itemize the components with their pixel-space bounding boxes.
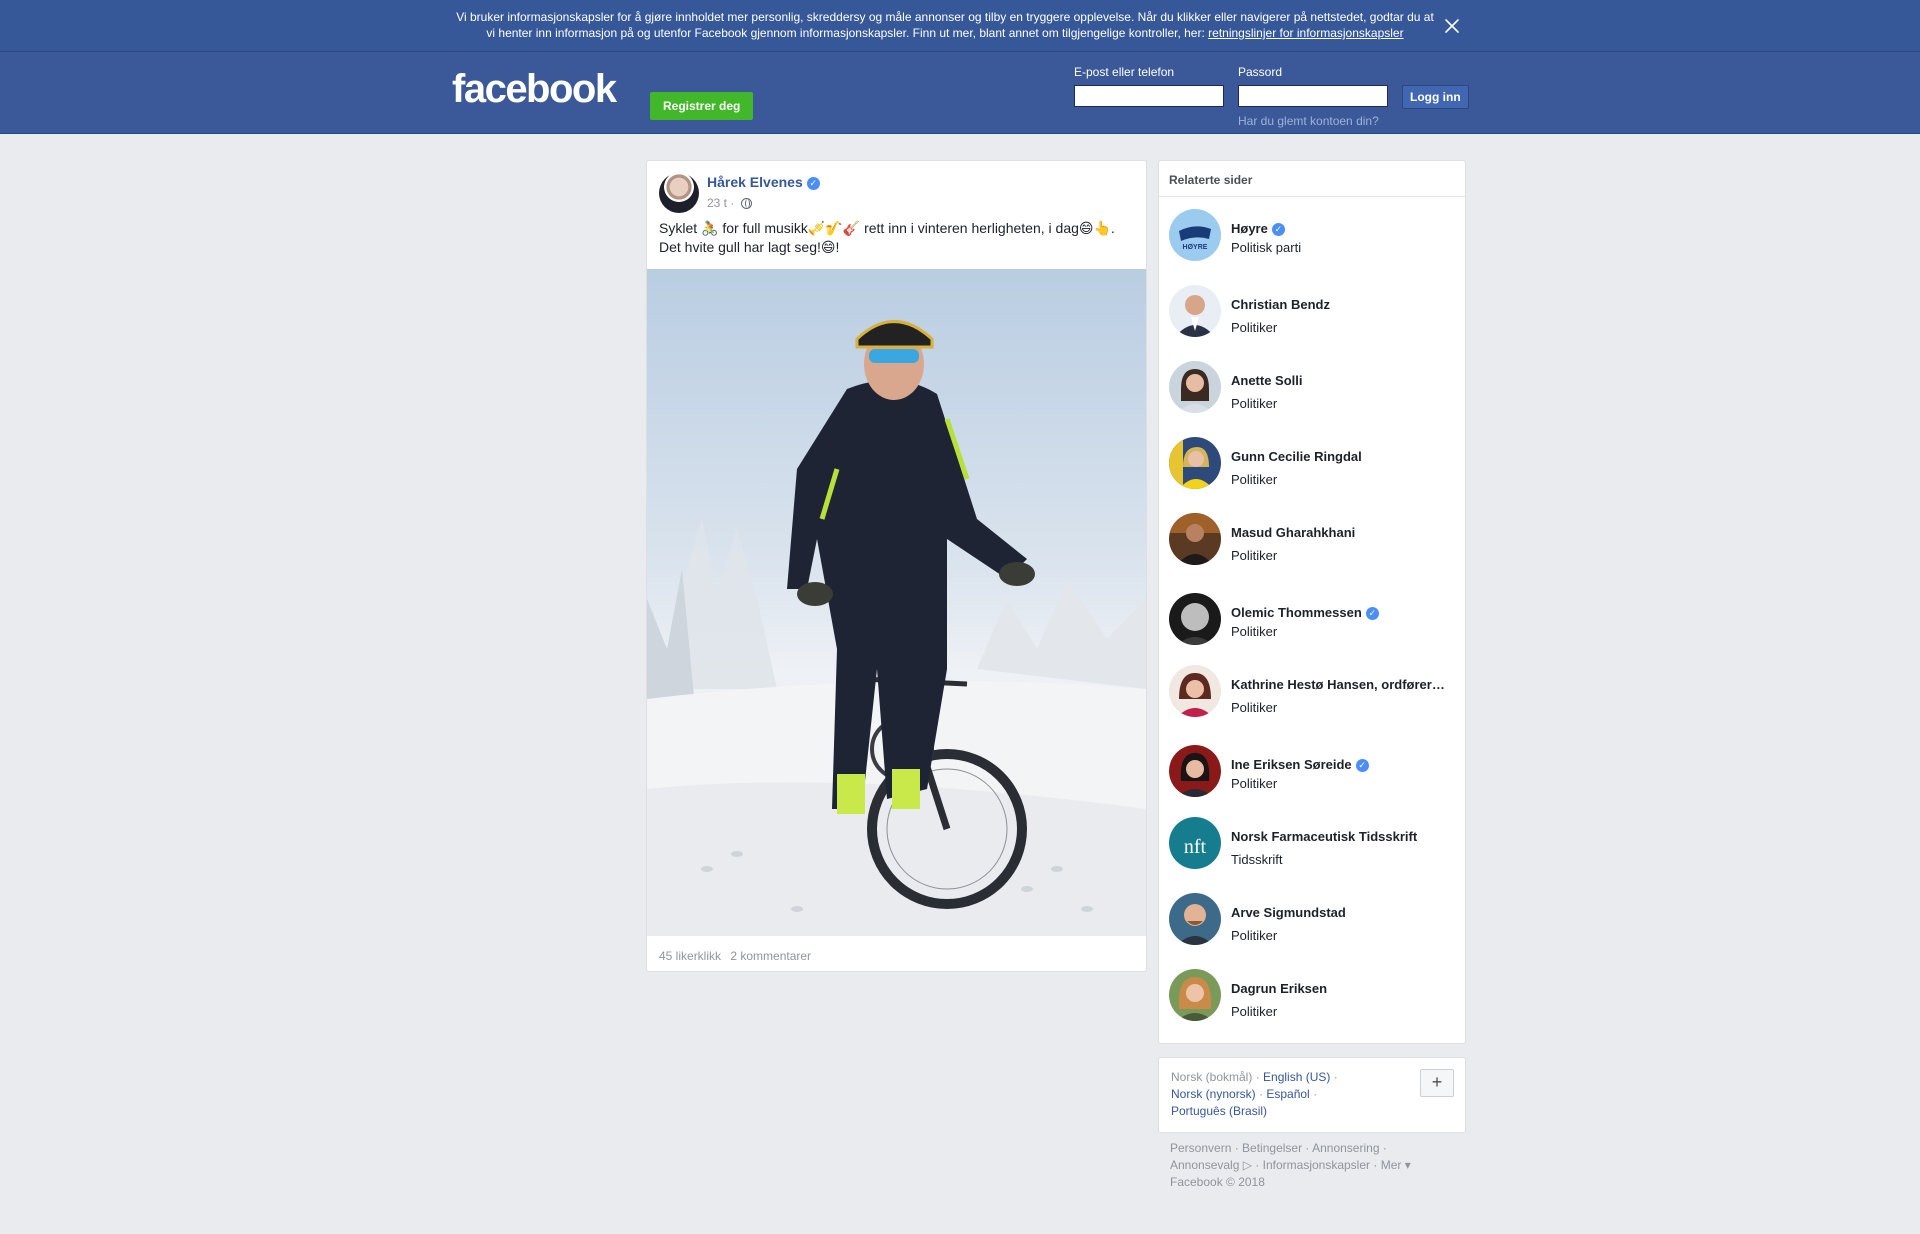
related-page-item[interactable]: Anette Solli Politiker (1169, 361, 1459, 417)
footer-links: Personvern · Betingelser · Annonsering ·… (1170, 1141, 1411, 1189)
page-avatar[interactable] (1169, 285, 1221, 337)
comments-count[interactable]: 2 kommentarer (730, 949, 811, 963)
page-avatar[interactable] (1169, 969, 1221, 1021)
adchoices-icon: ▷ (1242, 1158, 1252, 1172)
page-type: Politiker (1231, 320, 1278, 335)
page-type: Politiker (1231, 700, 1278, 715)
page-type: Politiker (1231, 396, 1278, 411)
footer-link[interactable]: Personvern (1170, 1141, 1231, 1155)
language-card: Norsk (bokmål) · English (US) · Norsk (n… (1158, 1057, 1466, 1133)
top-bar: facebook Registrer deg E-post eller tele… (0, 52, 1920, 134)
page-avatar[interactable] (1169, 893, 1221, 945)
verified-icon: ✓ (1271, 223, 1285, 237)
related-pages-card: Relaterte sider HØYRE Høyre ✓ Politisk pa… (1158, 160, 1466, 1044)
page-type: Politiker (1231, 1004, 1278, 1019)
page-name[interactable]: Ine Eriksen Søreide ✓ (1231, 757, 1459, 773)
facebook-logo[interactable]: facebook (452, 67, 617, 112)
page-avatar[interactable] (1169, 437, 1221, 489)
footer-link[interactable]: Annonsering (1312, 1141, 1379, 1155)
page-name[interactable]: Norsk Farmaceutisk Tidsskrift (1231, 829, 1459, 844)
email-field[interactable] (1074, 85, 1224, 107)
page-name[interactable]: Olemic Thommessen ✓ (1231, 605, 1459, 621)
password-label: Passord (1238, 65, 1283, 79)
page-type: Tidsskrift (1231, 852, 1283, 867)
page-type: Politisk parti (1231, 240, 1302, 255)
close-icon[interactable] (1440, 14, 1464, 38)
globe-icon (740, 198, 752, 210)
language-link[interactable]: English (US) (1263, 1070, 1330, 1084)
language-list: Norsk (bokmål) · English (US) · Norsk (n… (1171, 1070, 1338, 1118)
page-name[interactable]: Dagrun Eriksen (1231, 981, 1459, 996)
copyright: Facebook © 2018 (1170, 1175, 1265, 1189)
page-name[interactable]: Anette Solli (1231, 373, 1459, 388)
language-link[interactable]: Norsk (nynorsk) (1171, 1087, 1256, 1101)
cookie-banner: Vi bruker informasjonskapsler for å gjør… (0, 0, 1920, 52)
page-avatar[interactable] (1169, 513, 1221, 565)
post-author[interactable]: Hårek Elvenes ✓ (707, 174, 820, 190)
related-page-item[interactable]: Dagrun Eriksen Politiker (1169, 969, 1459, 1025)
language-current: Norsk (bokmål) (1171, 1070, 1253, 1084)
cookie-policy-link[interactable]: retningslinjer for informasjonskapsler (1208, 26, 1403, 40)
related-page-item[interactable]: Arve Sigmundstad Politiker (1169, 893, 1459, 949)
page-type: Politiker (1231, 472, 1278, 487)
chevron-down-icon: ▾ (1404, 1158, 1411, 1172)
page-name[interactable]: Arve Sigmundstad (1231, 905, 1459, 920)
page-name[interactable]: Høyre ✓ (1231, 221, 1459, 237)
more-languages-button[interactable]: + (1420, 1069, 1454, 1097)
verified-icon: ✓ (1355, 759, 1369, 773)
page-name[interactable]: Kathrine Hestø Hansen, ordfører… (1231, 677, 1459, 692)
related-page-item[interactable]: Masud Gharahkhani Politiker (1169, 513, 1459, 569)
svg-text:HØYRE: HØYRE (1183, 244, 1208, 251)
page-type: Politiker (1231, 776, 1278, 791)
verified-icon: ✓ (1365, 607, 1379, 621)
page-name[interactable]: Christian Bendz (1231, 297, 1459, 312)
post-text-line: Det hvite gull har lagt seg!😄! (659, 239, 840, 255)
post-card: Hårek Elvenes ✓ 23 t · Syklet 🚴 for full … (646, 160, 1147, 972)
related-page-item[interactable]: Kathrine Hestø Hansen, ordfører… Politik… (1169, 665, 1459, 721)
likes-count[interactable]: 45 likerklikk (659, 949, 721, 963)
page-avatar[interactable] (1169, 665, 1221, 717)
post-text: Syklet 🚴 for full musikk🎺🎷🎸 rett inn i v… (659, 219, 1129, 257)
post-footer: 45 likerklikk 2 kommentarer (659, 949, 817, 963)
author-avatar[interactable] (659, 173, 699, 213)
login-button[interactable]: Logg inn (1402, 85, 1469, 109)
footer-link[interactable]: Betingelser (1242, 1141, 1302, 1155)
page-type: Politiker (1231, 624, 1278, 639)
verified-icon: ✓ (806, 176, 820, 190)
email-label: E-post eller telefon (1074, 65, 1175, 79)
page-avatar[interactable] (1169, 593, 1221, 645)
page-name[interactable]: Masud Gharahkhani (1231, 525, 1459, 540)
post-time[interactable]: 23 t (707, 196, 727, 210)
forgot-account-link[interactable]: Har du glemt kontoen din? (1238, 114, 1379, 128)
page-type: Politiker (1231, 548, 1278, 563)
post-author-name[interactable]: Hårek Elvenes (707, 174, 803, 190)
related-pages-title: Relaterte sider (1159, 161, 1465, 197)
page-type: Politiker (1231, 928, 1278, 943)
language-link[interactable]: Español (1266, 1087, 1309, 1101)
related-page-item[interactable]: Christian Bendz Politiker (1169, 285, 1459, 341)
footer-link[interactable]: Informasjonskapsler (1263, 1158, 1370, 1172)
footer-link[interactable]: Annonsevalg (1170, 1158, 1239, 1172)
post-text-line: Syklet 🚴 for full musikk🎺🎷🎸 rett inn i v… (659, 220, 1115, 236)
page-avatar[interactable] (1169, 745, 1221, 797)
post-photo[interactable] (647, 269, 1146, 936)
page-avatar[interactable] (1169, 361, 1221, 413)
related-page-item[interactable]: nft Norsk Farmaceutisk Tidsskrift Tidssk… (1169, 817, 1459, 873)
register-button[interactable]: Registrer deg (650, 92, 754, 120)
page-avatar[interactable]: nft (1169, 817, 1221, 869)
footer-link[interactable]: Mer (1381, 1158, 1402, 1172)
cookie-text: Vi bruker informasjonskapsler for å gjør… (452, 9, 1438, 41)
language-link[interactable]: Português (Brasil) (1171, 1104, 1267, 1118)
related-page-item[interactable]: HØYRE Høyre ✓ Politisk parti (1169, 209, 1459, 265)
page-avatar[interactable]: HØYRE (1169, 209, 1221, 261)
related-page-item[interactable]: Olemic Thommessen ✓ Politiker (1169, 593, 1459, 649)
related-page-item[interactable]: Gunn Cecilie Ringdal Politiker (1169, 437, 1459, 493)
post-meta: 23 t · (707, 196, 752, 210)
password-field[interactable] (1238, 85, 1388, 107)
svg-text:nft: nft (1184, 836, 1207, 858)
related-page-item[interactable]: Ine Eriksen Søreide ✓ Politiker (1169, 745, 1459, 801)
page-name[interactable]: Gunn Cecilie Ringdal (1231, 449, 1459, 464)
